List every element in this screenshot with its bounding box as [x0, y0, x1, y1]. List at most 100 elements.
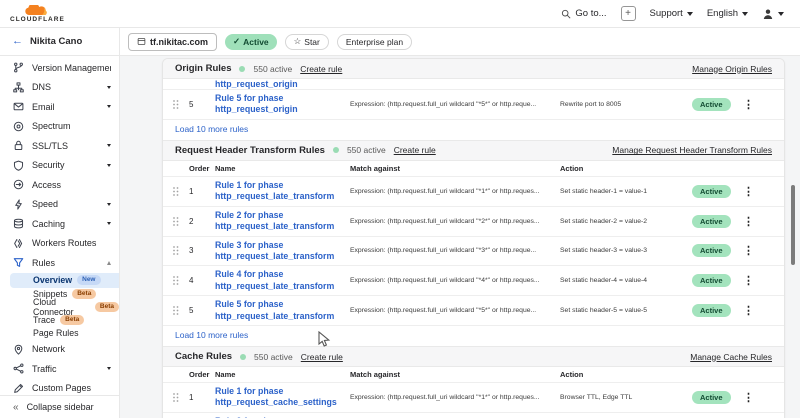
- plan-badge: Enterprise plan: [337, 34, 412, 50]
- rule-match-expression: Expression: (http.request.full_uri wildc…: [350, 218, 560, 225]
- rule-order: 3: [189, 246, 215, 255]
- rule-order: 2: [189, 217, 215, 226]
- load-more-rules-link[interactable]: Load 10 more rules: [163, 325, 784, 346]
- drag-handle[interactable]: [163, 99, 189, 110]
- star-zone-button[interactable]: ☆ Star: [285, 34, 329, 50]
- user-menu[interactable]: [762, 8, 784, 20]
- rule-name-line2: http_request_late_transform: [215, 251, 350, 262]
- support-menu[interactable]: Support: [650, 8, 693, 19]
- scrollbar-thumb[interactable]: [791, 185, 795, 265]
- sidebar-item-label: Version Management: [32, 63, 111, 73]
- load-more-rules-link[interactable]: Load 10 more rules: [163, 119, 784, 140]
- section-header: Request Header Transform Rules550 active…: [163, 141, 784, 161]
- active-count: 550 active: [254, 352, 293, 362]
- sidebar-item-custom-pages[interactable]: Custom Pages: [0, 379, 119, 396]
- kebab-menu-button[interactable]: ⋮: [734, 215, 763, 228]
- sidebar-item-page-rules[interactable]: Page Rules: [0, 327, 119, 340]
- sidebar-item-network[interactable]: Network: [0, 340, 119, 360]
- drag-handle[interactable]: [163, 245, 189, 256]
- cloudflare-logo[interactable]: CLOUDFLARE: [10, 5, 65, 24]
- rule-name-link[interactable]: http_request_origin: [215, 79, 350, 89]
- envelope-icon: [13, 101, 24, 112]
- sidebar-item-label: Email: [32, 102, 99, 112]
- sidebar-item-cloud-connector[interactable]: Cloud ConnectorBeta: [0, 301, 119, 314]
- column-header-action: Action: [560, 164, 692, 173]
- rule-name-link[interactable]: Rule 4 for phasehttp_request_late_transf…: [215, 269, 350, 292]
- status-badge: Active: [692, 244, 731, 257]
- sidebar-item-workers-routes[interactable]: Workers Routes: [0, 234, 119, 254]
- rule-action: Set static header-3 = value-3: [560, 247, 692, 254]
- kebab-menu-button[interactable]: ⋮: [734, 391, 763, 404]
- status-badge-cell: Active: [692, 215, 734, 228]
- drag-handle[interactable]: [163, 216, 189, 227]
- rule-name-line1: Rule 3 for phase: [215, 240, 350, 251]
- manage-rules-link[interactable]: Manage Request Header Transform Rules: [612, 145, 772, 155]
- drag-handle[interactable]: [163, 186, 189, 197]
- account-header[interactable]: ← Nikita Cano: [0, 28, 119, 56]
- rule-name-link[interactable]: Rule 2 for phasehttp_request_late_transf…: [215, 210, 350, 233]
- rule-name-line2: http_request_late_transform: [215, 221, 350, 232]
- chevron-down-icon: [687, 12, 693, 16]
- manage-rules-link[interactable]: Manage Origin Rules: [692, 64, 772, 74]
- rule-match-expression: Expression: (http.request.full_uri wildc…: [350, 188, 560, 195]
- rule-name-link[interactable]: Rule 3 for phasehttp_request_late_transf…: [215, 240, 350, 263]
- sidebar-item-traffic[interactable]: Traffic: [0, 359, 119, 379]
- sidebar-subitem-label: Trace: [33, 315, 55, 325]
- workers-icon: [13, 238, 24, 249]
- drag-handle[interactable]: [163, 392, 189, 403]
- active-status-dot: [333, 147, 339, 153]
- rule-order: 5: [189, 100, 215, 109]
- goto-search[interactable]: Go to...: [561, 8, 606, 19]
- sidebar-item-speed[interactable]: Speed: [0, 195, 119, 215]
- kebab-menu-button[interactable]: ⋮: [734, 304, 763, 317]
- sidebar-item-access[interactable]: Access: [0, 175, 119, 195]
- cloudflare-cloud-icon: [22, 5, 52, 16]
- rule-order: 1: [189, 187, 215, 196]
- create-rule-link[interactable]: Create rule: [394, 145, 436, 155]
- table-row: 2Rule 2 for phasehttp_request_cache_sett…: [163, 412, 784, 418]
- kebab-menu-button[interactable]: ⋮: [734, 274, 763, 287]
- beta-badge: Beta: [95, 302, 119, 312]
- create-rule-link[interactable]: Create rule: [301, 352, 343, 362]
- chevron-down-icon: [107, 144, 111, 147]
- rule-name-link[interactable]: Rule 5 for phasehttp_request_late_transf…: [215, 299, 350, 322]
- rule-action: Browser TTL, Edge TTL: [560, 394, 692, 401]
- rule-name-link[interactable]: Rule 1 for phasehttp_request_cache_setti…: [215, 386, 350, 409]
- collapse-sidebar-button[interactable]: « Collapse sidebar: [0, 395, 119, 418]
- lock-icon: [13, 140, 24, 151]
- sidebar-item-caching[interactable]: Caching: [0, 214, 119, 234]
- sidebar-item-label: Rules: [32, 258, 99, 268]
- sidebar-item-dns[interactable]: DNS: [0, 78, 119, 98]
- sidebar-item-label: DNS: [32, 82, 99, 92]
- status-badge: Active: [692, 98, 731, 111]
- sidebar-item-email[interactable]: Email: [0, 97, 119, 117]
- beta-badge: Beta: [60, 315, 84, 325]
- kebab-menu-button[interactable]: ⋮: [734, 98, 763, 111]
- rule-name-line1: Rule 2 for phase: [215, 210, 350, 221]
- rule-name-link[interactable]: Rule 1 for phasehttp_request_late_transf…: [215, 180, 350, 203]
- section-header-left: Request Header Transform Rules550 active…: [175, 145, 436, 156]
- back-arrow-icon[interactable]: ←: [12, 36, 23, 47]
- sidebar-item-ssl-tls[interactable]: SSL/TLS: [0, 136, 119, 156]
- rule-match-expression: Expression: (http.request.full_uri wildc…: [350, 101, 560, 108]
- sidebar-item-spectrum[interactable]: Spectrum: [0, 117, 119, 137]
- create-rule-link[interactable]: Create rule: [300, 64, 342, 74]
- rule-name-line2: http_request_late_transform: [215, 311, 350, 322]
- sidebar-item-version-management[interactable]: Version Management: [0, 58, 119, 78]
- search-icon: [561, 9, 571, 19]
- language-menu[interactable]: English: [707, 8, 748, 19]
- sidebar-item-overview[interactable]: OverviewNew: [10, 273, 119, 288]
- drag-handle[interactable]: [163, 275, 189, 286]
- sidebar-item-security[interactable]: Security: [0, 156, 119, 176]
- add-button[interactable]: +: [621, 6, 636, 21]
- kebab-menu-button[interactable]: ⋮: [734, 244, 763, 257]
- rule-name-link[interactable]: Rule 5 for phasehttp_request_origin: [215, 93, 350, 116]
- kebab-menu-button[interactable]: ⋮: [734, 185, 763, 198]
- manage-rules-link[interactable]: Manage Cache Rules: [690, 352, 772, 362]
- access-icon: [13, 179, 24, 190]
- table-column-headers: OrderNameMatch againstAction: [163, 161, 784, 176]
- status-badge-cell: Active: [692, 274, 734, 287]
- sidebar-item-rules[interactable]: Rules: [0, 253, 119, 273]
- drag-handle[interactable]: [163, 305, 189, 316]
- domain-selector[interactable]: tf.nikitac.com: [128, 33, 217, 51]
